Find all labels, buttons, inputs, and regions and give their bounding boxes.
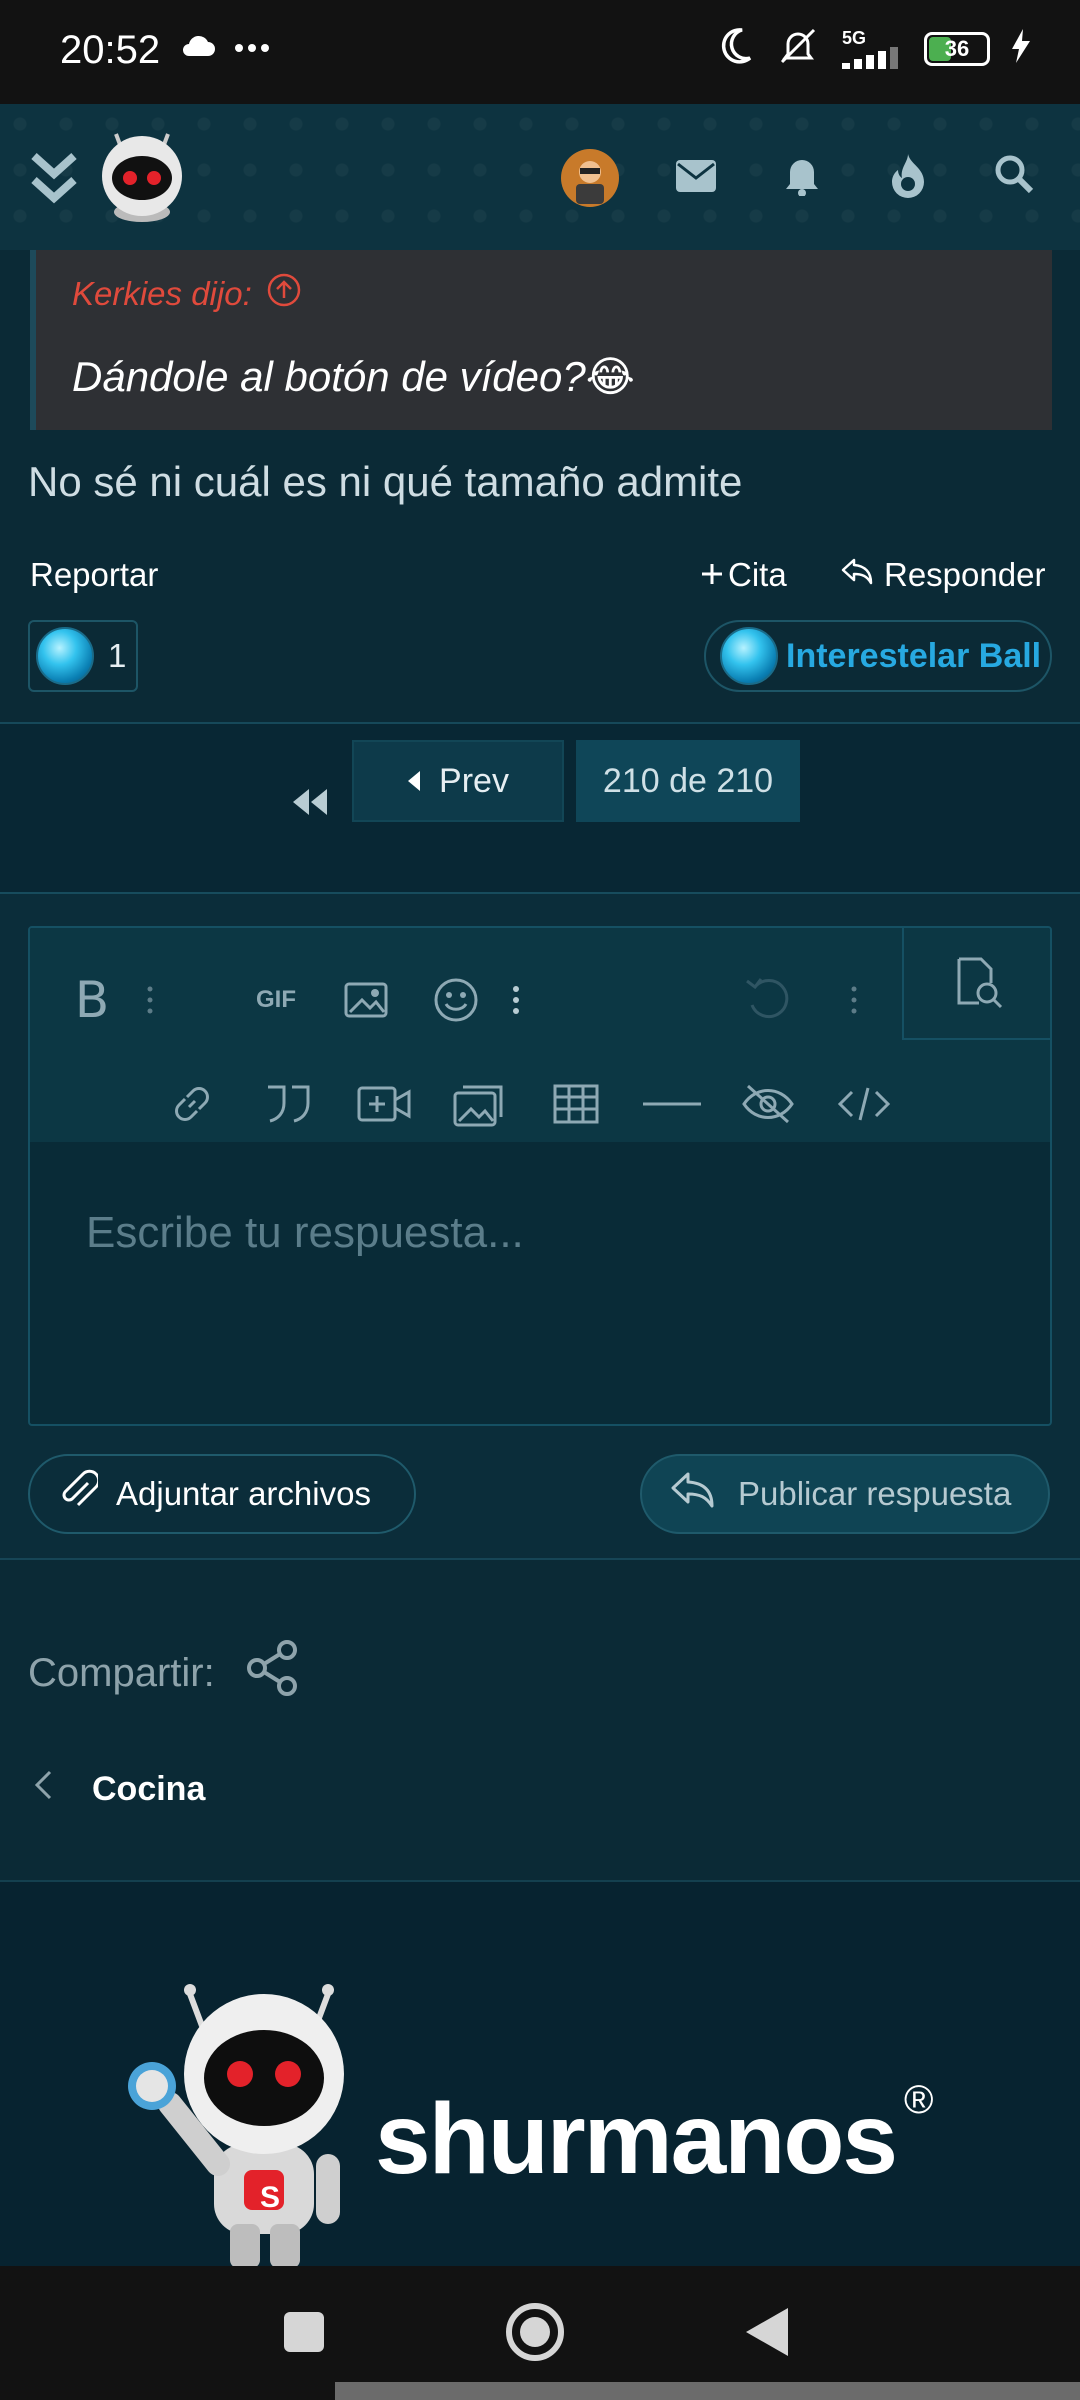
- reply-icon: [840, 556, 874, 594]
- gif-label: GIF: [256, 986, 296, 1013]
- quote-text: Dándole al botón de vídeo?😂: [72, 352, 635, 401]
- chevron-left-icon: [34, 1770, 52, 1809]
- attach-files-label: Adjuntar archivos: [116, 1475, 371, 1512]
- quote-text-content: Dándole al botón de vídeo?: [72, 353, 586, 400]
- breadcrumb[interactable]: Cocina: [34, 1770, 205, 1809]
- emoji-icon[interactable]: [424, 968, 488, 1032]
- share-icon[interactable]: [245, 1640, 299, 1706]
- app-header: [0, 104, 1080, 250]
- quote-block: Kerkies dijo: Dándole al botón de vídeo?…: [30, 250, 1052, 430]
- signal-icon: 5G: [842, 29, 902, 69]
- footer: S shurmanos ®: [0, 1880, 1080, 2268]
- video-icon[interactable]: [352, 1072, 416, 1136]
- battery-level: 36: [944, 35, 970, 61]
- more-insert-icon[interactable]: [504, 968, 528, 1032]
- react-button[interactable]: Interestelar Ball: [704, 620, 1052, 692]
- table-icon[interactable]: [544, 1072, 608, 1136]
- cloud-icon: [180, 34, 216, 63]
- reaction-summary[interactable]: 1: [28, 620, 138, 692]
- recent-apps-icon[interactable]: [284, 2312, 324, 2357]
- reaction-count: 1: [108, 637, 127, 674]
- first-page-icon[interactable]: [282, 762, 336, 842]
- laughing-emoji: 😂: [585, 353, 635, 400]
- reply-input[interactable]: Escribe tu respuesta...: [86, 1208, 524, 1258]
- publish-reply-label: Publicar respuesta: [738, 1475, 1012, 1512]
- reply-button[interactable]: Responder: [840, 556, 1045, 594]
- gif-icon[interactable]: GIF: [244, 968, 308, 1032]
- bell-icon[interactable]: [784, 154, 820, 201]
- silent-icon: [776, 26, 820, 71]
- share-label: Compartir:: [28, 1650, 215, 1695]
- reaction-name: Interestelar Ball: [786, 636, 1042, 675]
- back-icon[interactable]: [744, 2306, 790, 2363]
- horizontal-rule-icon[interactable]: [640, 1072, 704, 1136]
- quote-author-label: Kerkies dijo:: [72, 275, 252, 312]
- link-icon[interactable]: [160, 1072, 224, 1136]
- jump-to-quote-icon[interactable]: [266, 272, 302, 316]
- chest-badge-letter: S: [259, 2181, 280, 2214]
- post-body: No sé ni cuál es ni qué tamaño admite: [28, 458, 743, 505]
- editor-toolbar: B GIF: [30, 928, 1050, 1142]
- quote-icon[interactable]: [256, 1072, 320, 1136]
- status-time: 20:52: [60, 28, 161, 72]
- hide-content-icon[interactable]: [736, 1072, 800, 1136]
- moon-icon: [718, 26, 754, 71]
- reply-area: B GIF Escribe tu respuesta... Adjuntar a…: [0, 894, 1080, 1558]
- astronaut-mascot-icon: [110, 1974, 360, 2273]
- site-logo-icon[interactable]: [96, 126, 188, 227]
- brand-name: shurmanos: [375, 2083, 898, 2195]
- plus-icon: [700, 556, 724, 594]
- preview-icon[interactable]: [902, 928, 1050, 1040]
- fire-icon[interactable]: [890, 152, 926, 203]
- bold-icon[interactable]: B: [60, 968, 124, 1032]
- code-icon[interactable]: [832, 1072, 896, 1136]
- prev-page-button[interactable]: Prev: [352, 740, 564, 822]
- reply-button-label: Responder: [884, 556, 1046, 593]
- brand-wordmark[interactable]: shurmanos ®: [375, 2078, 934, 2197]
- caret-left-icon: [407, 762, 421, 801]
- share-section: Compartir:: [28, 1640, 299, 1706]
- prev-page-label: Prev: [439, 761, 509, 800]
- undo-icon[interactable]: [736, 968, 800, 1032]
- charging-icon: [1012, 29, 1030, 68]
- more-options-icon[interactable]: [842, 968, 866, 1032]
- quote-button-label: Cita: [728, 556, 787, 593]
- pagination: Prev 210 de 210: [0, 724, 1080, 892]
- paperclip-icon: [58, 1469, 101, 1519]
- network-type: 5G: [842, 27, 867, 48]
- publish-reply-button[interactable]: Publicar respuesta: [640, 1454, 1050, 1534]
- search-icon[interactable]: [994, 154, 1034, 199]
- image-icon[interactable]: [334, 968, 398, 1032]
- user-avatar[interactable]: [560, 148, 620, 213]
- divider: [0, 1558, 1080, 1560]
- registered-mark: ®: [904, 2077, 934, 2122]
- interestelar-ball-icon: [720, 627, 778, 685]
- interestelar-ball-icon: [36, 627, 94, 685]
- home-icon[interactable]: [505, 2302, 565, 2367]
- battery-icon: 36: [924, 31, 990, 66]
- more-notifications-icon: [234, 40, 270, 58]
- gallery-icon[interactable]: [448, 1072, 512, 1136]
- quote-button[interactable]: Cita: [700, 556, 787, 594]
- breadcrumb-forum: Cocina: [92, 1770, 206, 1808]
- report-link[interactable]: Reportar: [30, 556, 158, 594]
- quote-author[interactable]: Kerkies dijo:: [72, 272, 302, 316]
- reply-editor: B GIF Escribe tu respuesta...: [28, 926, 1052, 1426]
- reply-icon: [670, 1470, 716, 1518]
- collapse-menu-icon[interactable]: [30, 152, 78, 211]
- system-nav-bar: [0, 2266, 1080, 2400]
- page-indicator[interactable]: 210 de 210: [576, 740, 800, 822]
- attach-files-button[interactable]: Adjuntar archivos: [28, 1454, 416, 1534]
- envelope-icon[interactable]: [676, 160, 716, 197]
- gesture-handle: [335, 2382, 1080, 2400]
- status-bar: 20:52 5G 36: [0, 0, 1080, 104]
- more-options-icon[interactable]: [138, 968, 162, 1032]
